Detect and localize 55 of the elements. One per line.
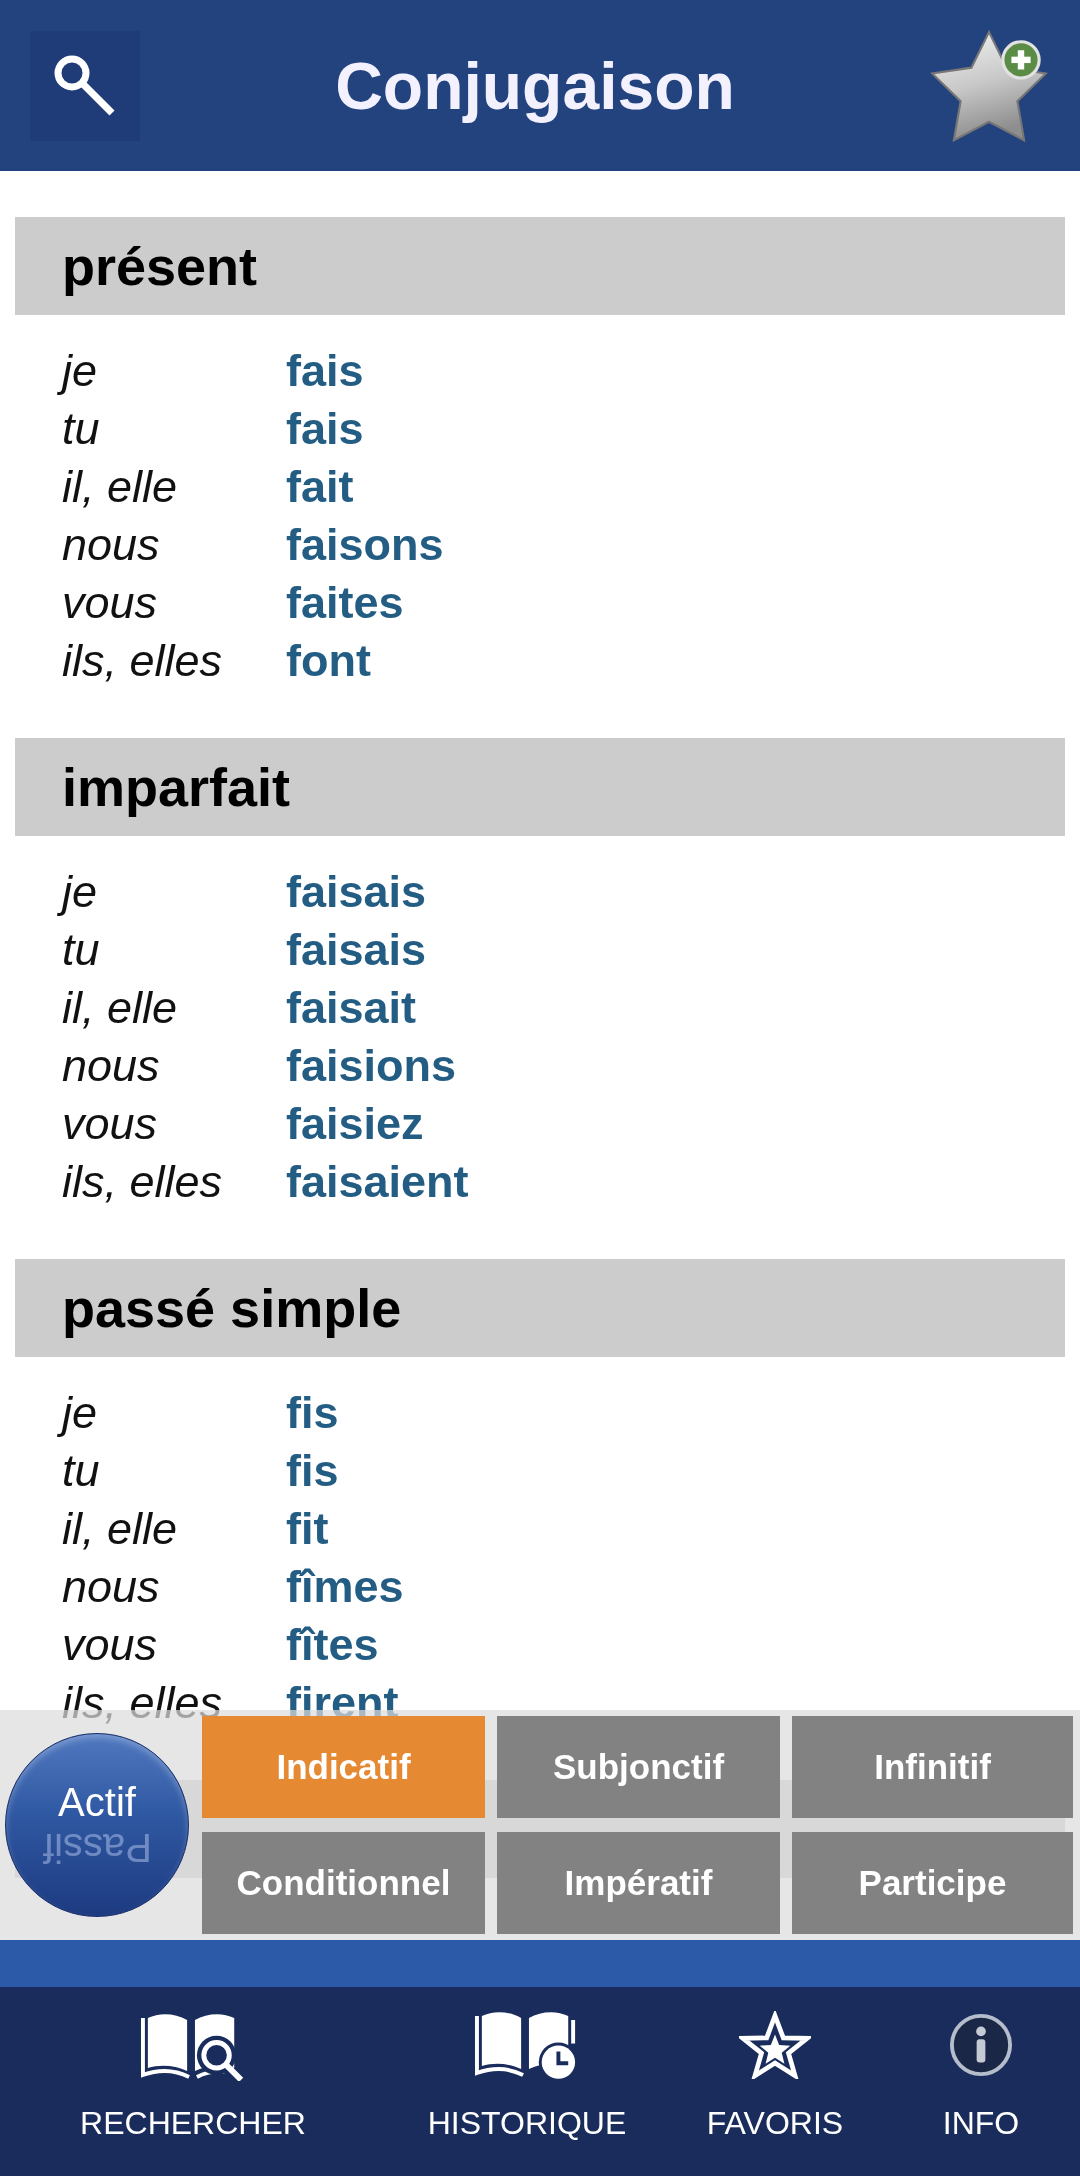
- verb-form: fais: [286, 344, 364, 398]
- add-favorite-button[interactable]: [930, 29, 1048, 142]
- pronoun: ils, elles: [61, 634, 224, 688]
- verb-form: faisait: [286, 981, 417, 1035]
- mood-button[interactable]: Subjonctif: [497, 1716, 780, 1818]
- verb-form: fais: [286, 402, 364, 456]
- verb-form: font: [286, 634, 371, 688]
- verb-form: faites: [286, 576, 404, 630]
- nav-tab[interactable]: FAVORIS: [706, 1987, 844, 2143]
- verb-form: faisaient: [286, 1155, 469, 1209]
- nav-tab[interactable]: INFO: [942, 1987, 1020, 2143]
- mood-button[interactable]: Indicatif: [202, 1716, 485, 1818]
- pronoun: je: [52, 342, 104, 400]
- pronoun: vous: [61, 576, 159, 630]
- pronoun: nous: [61, 518, 161, 572]
- verb-form: faisais: [286, 923, 427, 977]
- pronoun: nous: [61, 1039, 161, 1093]
- verb-form: faisons: [286, 518, 444, 572]
- pronoun: vous: [61, 1618, 159, 1672]
- pronoun: tu: [61, 1444, 101, 1498]
- star-plus-icon: [930, 29, 1048, 142]
- nav-tab[interactable]: HISTORIQUE: [427, 1987, 627, 2143]
- pronoun: ils, elles: [61, 1155, 224, 1209]
- verb-form: fis: [286, 1444, 339, 1498]
- verb-form: fîmes: [286, 1560, 404, 1614]
- pronoun: tu: [61, 923, 101, 977]
- mood-button[interactable]: Infinitif: [792, 1716, 1073, 1818]
- voice-toggle-button[interactable]: Actif Passif: [5, 1733, 189, 1917]
- pronoun: je: [52, 1384, 104, 1442]
- verb-form: faisions: [286, 1039, 457, 1093]
- mood-button[interactable]: Conditionnel: [202, 1832, 485, 1934]
- mood-button[interactable]: Participe: [792, 1832, 1073, 1934]
- pronoun: il, elle: [61, 1502, 179, 1556]
- pronoun: nous: [61, 1560, 161, 1614]
- pronoun: il, elle: [61, 981, 179, 1035]
- verb-form: faisiez: [286, 1097, 424, 1151]
- info-icon: [949, 2013, 1013, 2077]
- search-button[interactable]: [30, 30, 140, 141]
- section-heading: imparfait: [15, 738, 1065, 836]
- page-title: Conjugaison: [334, 47, 736, 124]
- verb-form: fis: [286, 1386, 339, 1440]
- search-icon: [54, 54, 116, 117]
- mood-button[interactable]: Impératif: [497, 1832, 780, 1934]
- section-heading: passé simple: [15, 1259, 1065, 1357]
- verb-form: fait: [286, 460, 354, 514]
- verb-form: fit: [286, 1502, 329, 1556]
- verb-form: faisais: [286, 865, 427, 919]
- pronoun: il, elle: [61, 460, 179, 514]
- section-heading: présent: [15, 217, 1065, 315]
- pronoun: je: [52, 863, 104, 921]
- pronoun: tu: [61, 402, 101, 456]
- nav-tab[interactable]: RECHERCHER: [80, 1987, 306, 2143]
- star-icon: [739, 2011, 811, 2079]
- verb-form: fîtes: [286, 1618, 379, 1672]
- pronoun: vous: [61, 1097, 159, 1151]
